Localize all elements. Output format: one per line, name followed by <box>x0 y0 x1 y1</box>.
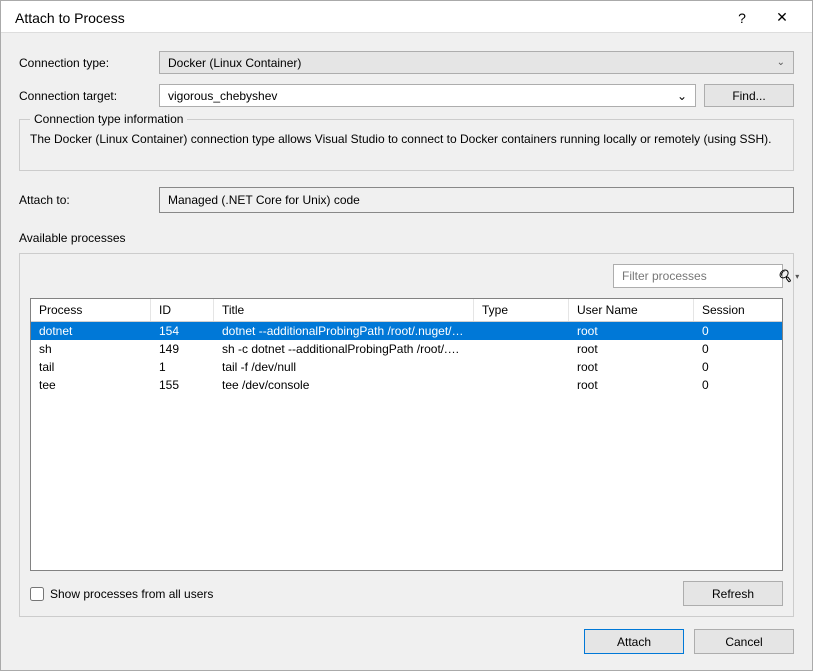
show-all-users-checkbox[interactable]: Show processes from all users <box>30 587 213 601</box>
table-row[interactable]: dotnet154dotnet --additionalProbingPath … <box>31 322 782 340</box>
chevron-down-icon: ⌄ <box>777 57 785 68</box>
connection-type-combo[interactable]: Docker (Linux Container) ⌄ <box>159 51 794 74</box>
available-processes-group: 🔍︎ ▾ Process ID Title Type User Name Ses… <box>19 253 794 617</box>
connection-type-info-legend: Connection type information <box>30 112 187 126</box>
attach-to-row: Attach to: Managed (.NET Core for Unix) … <box>19 187 794 213</box>
table-cell: sh <box>31 340 151 358</box>
filter-processes-input[interactable] <box>622 269 777 283</box>
connection-target-row: Connection target: ⌄ Find... <box>19 84 794 107</box>
table-cell: dotnet --additionalProbingPath /root/.nu… <box>214 322 474 340</box>
connection-type-label: Connection type: <box>19 56 159 70</box>
available-processes-label: Available processes <box>19 231 794 245</box>
table-cell: 0 <box>694 340 764 358</box>
table-cell: root <box>569 376 694 394</box>
table-cell: 154 <box>151 322 214 340</box>
table-cell: 155 <box>151 376 214 394</box>
attach-to-value: Managed (.NET Core for Unix) code <box>168 193 360 207</box>
col-user[interactable]: User Name <box>569 299 694 321</box>
table-cell: tee /dev/console <box>214 376 474 394</box>
show-all-users-input[interactable] <box>30 587 44 601</box>
table-cell: dotnet <box>31 322 151 340</box>
table-cell: 0 <box>694 358 764 376</box>
attach-to-process-dialog: Attach to Process ? ✕ Connection type: D… <box>0 0 813 671</box>
connection-target-label: Connection target: <box>19 89 159 103</box>
table-cell <box>474 322 569 340</box>
cancel-button[interactable]: Cancel <box>694 629 794 654</box>
table-cell: root <box>569 358 694 376</box>
table-cell: root <box>569 340 694 358</box>
table-row[interactable]: sh149sh -c dotnet --additionalProbingPat… <box>31 340 782 358</box>
show-all-users-label: Show processes from all users <box>50 587 213 601</box>
table-cell <box>474 358 569 376</box>
process-table: Process ID Title Type User Name Session … <box>30 298 783 571</box>
table-cell: 1 <box>151 358 214 376</box>
table-cell: root <box>569 322 694 340</box>
table-cell: tail <box>31 358 151 376</box>
dialog-content: Connection type: Docker (Linux Container… <box>1 33 812 617</box>
table-cell: tail -f /dev/null <box>214 358 474 376</box>
table-cell: tee <box>31 376 151 394</box>
search-icon[interactable]: 🔍︎ <box>777 269 792 283</box>
col-session[interactable]: Session <box>694 299 764 321</box>
titlebar: Attach to Process ? ✕ <box>1 1 812 33</box>
dialog-footer: Attach Cancel <box>1 617 812 670</box>
attach-to-value-box: Managed (.NET Core for Unix) code <box>159 187 794 213</box>
available-bottom-row: Show processes from all users Refresh <box>30 581 783 606</box>
connection-type-info-text: The Docker (Linux Container) connection … <box>30 132 783 146</box>
col-id[interactable]: ID <box>151 299 214 321</box>
table-row[interactable]: tail1tail -f /dev/null root0 <box>31 358 782 376</box>
table-cell: 0 <box>694 376 764 394</box>
table-cell: 149 <box>151 340 214 358</box>
dropdown-icon[interactable]: ▾ <box>795 272 799 281</box>
help-icon[interactable]: ? <box>722 10 762 26</box>
connection-type-value: Docker (Linux Container) <box>168 56 301 70</box>
find-button[interactable]: Find... <box>704 84 794 107</box>
table-cell: sh -c dotnet --additionalProbingPath /ro… <box>214 340 474 358</box>
connection-target-input[interactable] <box>168 89 677 103</box>
attach-button[interactable]: Attach <box>584 629 684 654</box>
col-process[interactable]: Process <box>31 299 151 321</box>
table-row[interactable]: tee155tee /dev/console root0 <box>31 376 782 394</box>
connection-type-row: Connection type: Docker (Linux Container… <box>19 51 794 74</box>
dialog-title: Attach to Process <box>15 10 722 26</box>
filter-processes-box[interactable]: 🔍︎ ▾ <box>613 264 783 288</box>
table-cell <box>474 340 569 358</box>
table-cell: 0 <box>694 322 764 340</box>
col-type[interactable]: Type <box>474 299 569 321</box>
chevron-down-icon: ⌄ <box>677 89 687 103</box>
attach-to-label: Attach to: <box>19 193 159 207</box>
table-cell <box>474 376 569 394</box>
close-icon[interactable]: ✕ <box>762 9 802 26</box>
table-header: Process ID Title Type User Name Session <box>31 299 782 322</box>
table-body: dotnet154dotnet --additionalProbingPath … <box>31 322 782 570</box>
col-title[interactable]: Title <box>214 299 474 321</box>
refresh-button[interactable]: Refresh <box>683 581 783 606</box>
connection-type-info-group: Connection type information The Docker (… <box>19 119 794 171</box>
connection-target-combo[interactable]: ⌄ <box>159 84 696 107</box>
filter-row: 🔍︎ ▾ <box>30 264 783 288</box>
